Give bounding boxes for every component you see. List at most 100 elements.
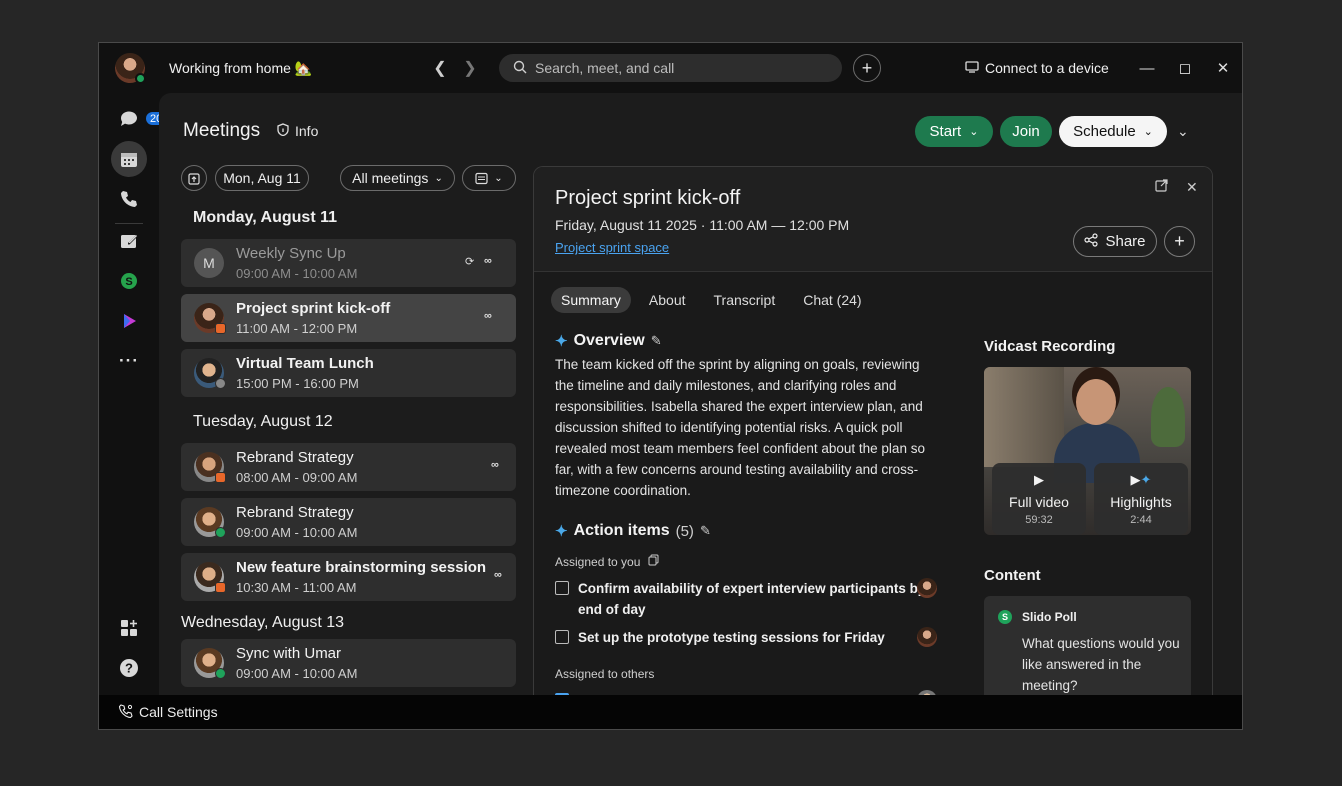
thumbnail-background [984, 367, 1064, 467]
view-mode-dropdown[interactable]: ⌄ [462, 165, 516, 191]
search-icon [513, 60, 527, 77]
minimize-icon[interactable]: — [1135, 56, 1159, 80]
assigned-to-others-label: Assigned to others [555, 667, 655, 681]
messaging-icon[interactable]: 20 [111, 101, 169, 137]
back-arrow-icon[interactable]: ❮ [429, 57, 451, 79]
content-heading: Content [984, 567, 1041, 584]
maximize-icon[interactable]: ◻ [1173, 56, 1197, 80]
pop-out-icon[interactable] [1155, 179, 1168, 195]
recording-indicator-icon [215, 582, 226, 593]
meetings-icon[interactable] [111, 141, 147, 177]
meeting-item-rebrand-2[interactable]: Rebrand Strategy 09:00 AM - 10:00 AM [181, 498, 516, 546]
today-button[interactable] [181, 165, 207, 191]
date-picker-button[interactable]: Mon, Aug 11 [215, 165, 309, 191]
page-title: Meetings [183, 120, 261, 141]
close-window-icon[interactable]: ✕ [1211, 56, 1235, 80]
thumbnail-person-head [1076, 379, 1116, 425]
slido-name: Slido Poll [1022, 610, 1077, 624]
chevron-down-icon: ⌄ [1143, 126, 1153, 138]
full-video-duration: 59:32 [1025, 514, 1053, 526]
vidcast-app-icon[interactable] [111, 303, 147, 339]
action-items-title: Action items [573, 522, 670, 539]
copy-icon[interactable] [648, 554, 659, 569]
join-button[interactable]: Join [1000, 116, 1052, 147]
more-apps-icon[interactable]: ··· [111, 343, 147, 379]
new-action-button[interactable]: + [853, 54, 881, 82]
action-item-checkbox[interactable] [555, 581, 569, 595]
call-settings-label: Call Settings [139, 704, 218, 720]
detail-header: Project sprint kick-off Friday, August 1… [534, 167, 1212, 272]
meeting-item-team-lunch[interactable]: Virtual Team Lunch 15:00 PM - 16:00 PM [181, 349, 516, 397]
more-options-chevron-icon[interactable]: ⌄ [1177, 123, 1189, 140]
meeting-item-sync-umar[interactable]: Sync with Umar 09:00 AM - 10:00 AM [181, 639, 516, 687]
ai-sparkle-icon: ✦ [555, 333, 568, 350]
share-button[interactable]: Share [1073, 226, 1157, 257]
calling-icon[interactable] [111, 181, 147, 217]
join-label: Join [1012, 123, 1040, 140]
status-bar[interactable]: Call Settings [99, 695, 1242, 729]
action-item: Confirm availability of expert interview… [555, 578, 940, 620]
search-input[interactable]: Search, meet, and call [499, 54, 842, 82]
tab-chat[interactable]: Chat (24) [793, 287, 871, 313]
edit-pencil-icon[interactable]: ✎ [651, 333, 662, 349]
meeting-item-brainstorming[interactable]: New feature brainstorming session 10:30 … [181, 553, 516, 601]
filter-label: All meetings [352, 170, 429, 186]
app-window: Working from home 🏡 ❮ ❯ Search, meet, an… [98, 42, 1243, 730]
slido-question: What questions would you like answered i… [1022, 636, 1180, 693]
connect-label: Connect to a device [985, 60, 1109, 76]
meeting-title: Virtual Team Lunch [236, 355, 374, 372]
start-button[interactable]: Start ⌄ [915, 116, 993, 147]
svg-text:S: S [125, 276, 132, 288]
slido-app-icon[interactable]: S [111, 263, 147, 299]
recording-thumbnail[interactable]: ▶ Full video 59:32 ▶✦ Highlights 2:44 [984, 367, 1191, 535]
close-panel-icon[interactable]: ✕ [1186, 179, 1198, 196]
meeting-item-project-sprint[interactable]: Project sprint kick-off 11:00 AM - 12:00… [181, 294, 516, 342]
webex-icon: ∞ [484, 255, 492, 267]
tab-about[interactable]: About [639, 287, 696, 313]
space-link[interactable]: Project sprint space [555, 240, 669, 255]
assigned-you-text: Assigned to you [555, 554, 641, 569]
help-icon[interactable]: ? [111, 650, 147, 686]
recurring-icon: ⟳ [465, 256, 475, 268]
status-message[interactable]: Working from home 🏡 [169, 60, 312, 77]
action-item-checkbox[interactable] [555, 630, 569, 644]
plus-icon: + [1174, 231, 1185, 251]
forward-arrow-icon[interactable]: ❯ [459, 57, 481, 79]
meeting-item-weekly-sync[interactable]: M Weekly Sync Up 09:00 AM - 10:00 AM ⟳ ∞ [181, 239, 516, 287]
meeting-initial-avatar: M [194, 248, 224, 278]
edit-pencil-icon[interactable]: ✎ [700, 523, 711, 539]
full-video-button[interactable]: ▶ Full video 59:32 [992, 463, 1086, 535]
meeting-item-rebrand-1[interactable]: Rebrand Strategy 08:00 AM - 09:00 AM ∞ [181, 443, 516, 491]
connect-device-button[interactable]: Connect to a device [965, 60, 1109, 76]
meeting-list-panel: Mon, Aug 11 All meetings ⌄ ⌄ Monday, Aug… [181, 165, 517, 695]
meeting-time: 10:30 AM - 11:00 AM [236, 580, 357, 595]
meeting-filter-dropdown[interactable]: All meetings ⌄ [340, 165, 455, 191]
action-item: Set up the prototype testing sessions fo… [555, 627, 940, 648]
overview-text: The team kicked off the sprint by aligni… [555, 357, 925, 498]
chevron-down-icon: ⌄ [494, 172, 503, 184]
detail-title: Project sprint kick-off [555, 187, 741, 209]
add-button[interactable]: + [1164, 226, 1195, 257]
device-icon [965, 60, 979, 76]
schedule-label: Schedule [1073, 123, 1136, 140]
meeting-title: Project sprint kick-off [236, 300, 391, 317]
overview-title: Overview [573, 332, 645, 349]
meeting-title: Sync with Umar [236, 645, 342, 662]
whiteboard-icon[interactable] [111, 223, 147, 259]
schedule-button[interactable]: Schedule ⌄ [1059, 116, 1167, 147]
meeting-time: 09:00 AM - 10:00 AM [236, 266, 358, 281]
tab-transcript[interactable]: Transcript [704, 287, 786, 313]
add-apps-icon[interactable] [111, 610, 147, 646]
assignee-avatar [917, 627, 937, 647]
date-label: Mon, Aug 11 [223, 170, 301, 186]
info-icon [277, 123, 289, 139]
user-avatar[interactable] [115, 53, 146, 84]
play-icon: ▶ [1034, 472, 1044, 487]
highlights-button[interactable]: ▶✦ Highlights 2:44 [1094, 463, 1188, 535]
info-button[interactable]: Info [277, 123, 318, 139]
meeting-title: Rebrand Strategy [236, 449, 354, 466]
presence-indicator [135, 73, 146, 84]
slido-poll-card[interactable]: S Slido Poll What questions would you li… [984, 596, 1191, 695]
thumbnail-plant [1151, 387, 1185, 447]
tab-summary[interactable]: Summary [551, 287, 631, 313]
